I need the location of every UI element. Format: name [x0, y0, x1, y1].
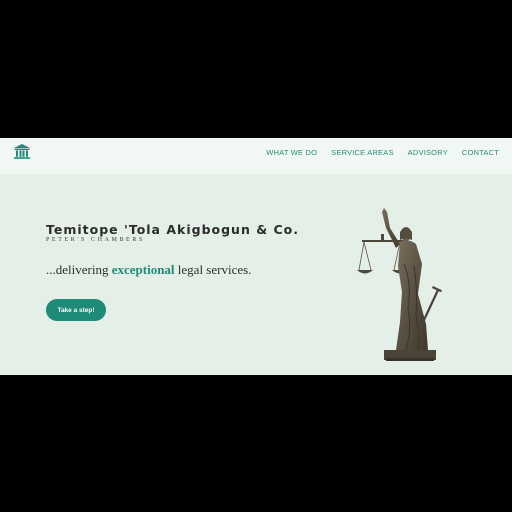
lady-justice-statue-image: [357, 208, 442, 361]
chambers-subtitle: PETER'S CHAMBERS: [46, 237, 145, 243]
tagline: ...delivering exceptional legal services…: [46, 262, 251, 278]
website-viewport: WHAT WE DO SERVICE AREAS ADVISORY CONTAC…: [0, 138, 512, 375]
nav-link-service-areas[interactable]: SERVICE AREAS: [331, 148, 394, 157]
nav-links: WHAT WE DO SERVICE AREAS ADVISORY CONTAC…: [266, 148, 499, 157]
tagline-accent: exceptional: [111, 262, 175, 277]
navbar: WHAT WE DO SERVICE AREAS ADVISORY CONTAC…: [0, 138, 512, 174]
courthouse-icon[interactable]: [13, 143, 31, 161]
nav-link-contact[interactable]: CONTACT: [462, 148, 499, 157]
tagline-prefix: ...delivering: [46, 262, 112, 277]
take-a-step-button[interactable]: Take a step!: [46, 299, 106, 321]
nav-link-what-we-do[interactable]: WHAT WE DO: [266, 148, 317, 157]
tagline-suffix: legal services.: [174, 262, 252, 277]
nav-link-advisory[interactable]: ADVISORY: [408, 148, 448, 157]
firm-name-heading: Temitope 'Tola Akigbogun & Co.: [46, 222, 299, 237]
